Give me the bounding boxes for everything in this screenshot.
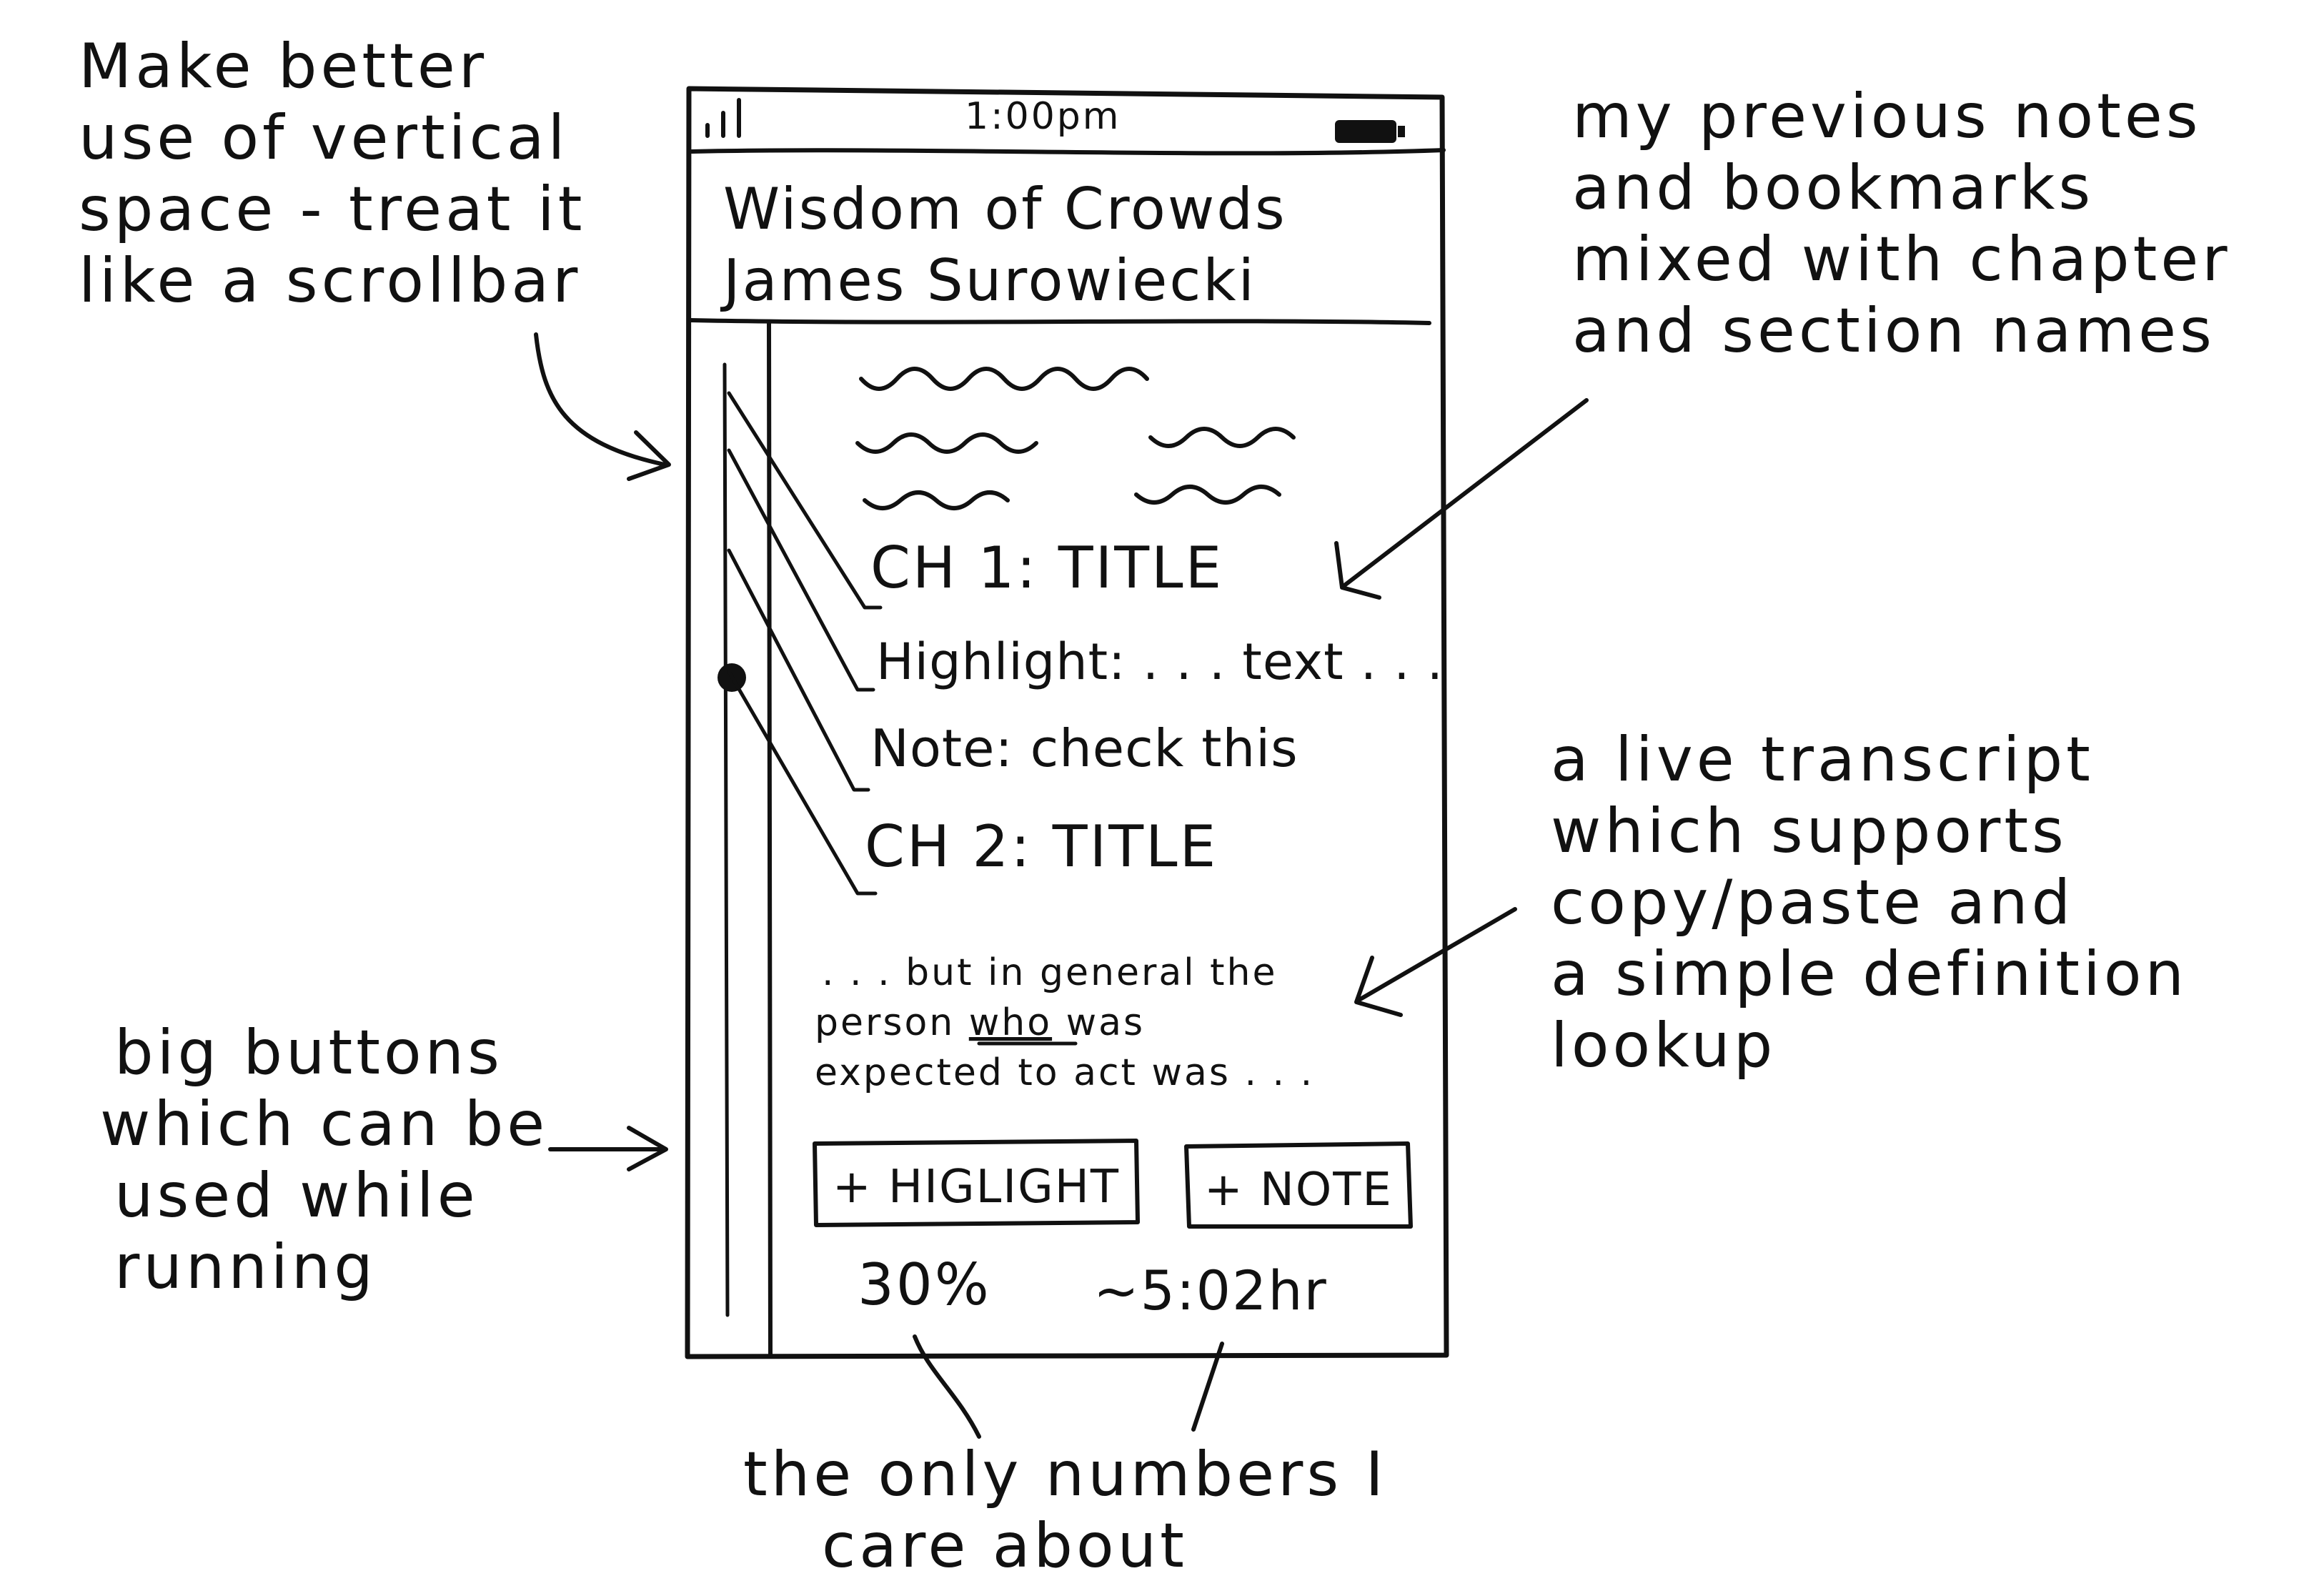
arrow-to-transcript bbox=[1354, 907, 1517, 1017]
annotation-line: like a scrollbar bbox=[79, 245, 581, 317]
annotation-line: use of vertical bbox=[79, 102, 568, 174]
toc-item-ch2[interactable]: CH 2: TITLE bbox=[865, 813, 1218, 880]
add-note-button[interactable]: + NOTE bbox=[1184, 1141, 1413, 1229]
transcript-line: expected to act was . . . bbox=[815, 1051, 1314, 1094]
annotation-transcript: a live transcript which supports copy/pa… bbox=[1551, 724, 2188, 1081]
transcript-selected-word[interactable]: who bbox=[969, 1001, 1052, 1044]
annotation-line: a simple definition bbox=[1551, 938, 2188, 1010]
annotation-line: space - treat it bbox=[79, 174, 585, 245]
annotation-line: Make better bbox=[79, 31, 487, 102]
annotation-line: and bookmarks bbox=[1572, 152, 2094, 224]
toc-item-ch1[interactable]: CH 1: TITLE bbox=[870, 535, 1223, 601]
sketch-canvas: Make better use of vertical space - trea… bbox=[79, 31, 2231, 1582]
add-highlight-button-label: + HIGLIGHT bbox=[833, 1161, 1120, 1214]
annotation-numbers: the only numbers I care about bbox=[743, 1439, 1387, 1582]
add-note-button-label: + NOTE bbox=[1204, 1164, 1393, 1216]
transcript-text: person bbox=[815, 1001, 969, 1044]
book-author: James Surowiecki bbox=[720, 247, 1256, 314]
annotation-big-buttons: big buttons which can be used while runn… bbox=[100, 1017, 548, 1303]
toc-item-note[interactable]: Note: check this bbox=[870, 718, 1298, 778]
scrollbar-track bbox=[722, 362, 730, 1317]
transcript-text: was bbox=[1052, 1001, 1145, 1044]
progress-percent: 30% bbox=[858, 1252, 991, 1318]
transcript-line: person who was bbox=[815, 1001, 1145, 1044]
live-transcript[interactable]: . . . but in general the person who was … bbox=[815, 951, 1314, 1094]
annotation-line: which can be bbox=[100, 1089, 548, 1160]
book-header[interactable]: Wisdom of Crowds James Surowiecki bbox=[688, 176, 1431, 325]
time-remaining: ~5:02hr bbox=[1093, 1259, 1328, 1322]
book-title: Wisdom of Crowds bbox=[723, 176, 1287, 242]
annotation-line: lookup bbox=[1551, 1010, 1776, 1081]
arrow-to-toc bbox=[1334, 398, 1589, 600]
annotation-line: copy/paste and bbox=[1551, 867, 2074, 938]
text-placeholder-lines bbox=[855, 367, 1296, 510]
arrow-to-scrollbar bbox=[534, 332, 671, 481]
annotation-line: care about bbox=[822, 1510, 1188, 1582]
annotation-line: running bbox=[114, 1231, 377, 1303]
battery-icon bbox=[1335, 120, 1405, 143]
transcript-line: . . . but in general the bbox=[822, 951, 1278, 994]
reading-progress: 30% ~5:02hr bbox=[858, 1252, 1328, 1322]
annotation-line: mixed with chapter bbox=[1572, 224, 2231, 295]
annotation-vertical-space: Make better use of vertical space - trea… bbox=[79, 31, 585, 317]
toc-item-highlight[interactable]: Highlight: . . . text . . . bbox=[876, 633, 1444, 691]
scrollbar-divider bbox=[767, 321, 773, 1359]
annotation-line: and section names bbox=[1572, 295, 2215, 367]
annotation-line: used while bbox=[114, 1160, 479, 1231]
signal-icon bbox=[705, 98, 741, 138]
status-time: 1:00pm bbox=[965, 95, 1121, 138]
toc-connectors bbox=[727, 391, 883, 896]
toc-list: CH 1: TITLE Highlight: . . . text . . . … bbox=[865, 535, 1444, 880]
status-bar: 1:00pm bbox=[690, 95, 1446, 156]
annotation-line: the only numbers I bbox=[743, 1439, 1387, 1510]
annotation-line: a live transcript bbox=[1551, 724, 2094, 796]
arrow-to-buttons bbox=[548, 1126, 668, 1171]
add-highlight-button[interactable]: + HIGLIGHT bbox=[813, 1139, 1140, 1227]
annotation-line: which supports bbox=[1551, 796, 2067, 867]
annotation-line: my previous notes bbox=[1572, 81, 2202, 152]
pointer-lines-to-numbers bbox=[913, 1334, 1224, 1439]
annotation-line: big buttons bbox=[114, 1017, 503, 1089]
annotation-notes-bookmarks: my previous notes and bookmarks mixed wi… bbox=[1572, 81, 2231, 367]
